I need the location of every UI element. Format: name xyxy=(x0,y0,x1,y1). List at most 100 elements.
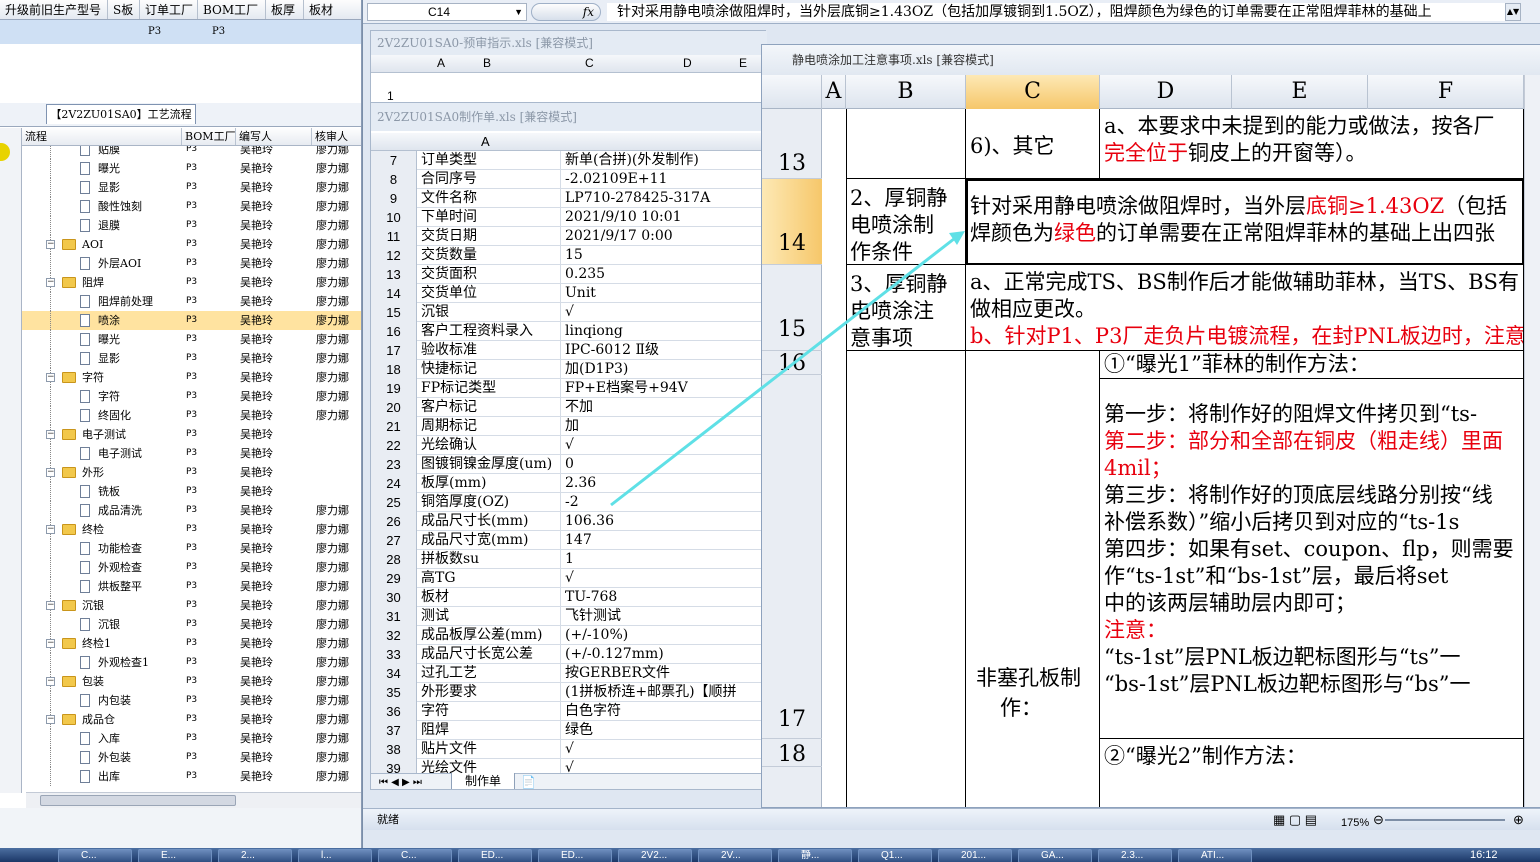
field-label[interactable]: 沉银 xyxy=(421,303,561,322)
zoom-out-icon[interactable]: ⊖ xyxy=(1373,809,1384,831)
cell-c13[interactable]: 6)、其它 xyxy=(966,109,1100,179)
col-old-model[interactable]: 升级前旧生产型号 xyxy=(0,0,108,19)
tree-row-step[interactable]: 沉银 P3 吴艳玲 廖力娜 xyxy=(22,615,361,634)
tree-row-group[interactable]: − 成品仓 P3 吴艳玲 廖力娜 xyxy=(22,710,361,729)
sheet-row[interactable]: 27 成品尺寸宽(mm) 147 xyxy=(371,531,769,550)
taskbar-button[interactable]: 2V2... xyxy=(618,849,692,862)
row-number[interactable]: 16 xyxy=(371,322,417,341)
system-clock[interactable]: 16:12 xyxy=(1470,848,1498,862)
collapse-icon[interactable]: − xyxy=(46,639,55,648)
row-number[interactable]: 31 xyxy=(371,607,417,626)
workbook-title[interactable]: 静电喷涂加工注意事项.xls [兼容模式] xyxy=(762,45,1540,75)
row-18[interactable]: 18 xyxy=(762,739,822,767)
tree-row-step[interactable]: 电子测试 P3 吴艳玲 xyxy=(22,444,361,463)
tree-col-reviewer[interactable]: 核审人 xyxy=(312,128,361,145)
col-d[interactable]: D xyxy=(1100,75,1232,109)
row-number[interactable]: 38 xyxy=(371,740,417,759)
row-number[interactable]: 14 xyxy=(371,284,417,303)
row-number[interactable]: 15 xyxy=(371,303,417,322)
name-box[interactable]: C14 ▼ xyxy=(367,3,527,21)
tree-row-step[interactable]: 烘板整平 P3 吴艳玲 廖力娜 xyxy=(22,577,361,596)
field-label[interactable]: 合同序号 xyxy=(421,170,561,189)
tree-row-step[interactable]: 出库 P3 吴艳玲 廖力娜 xyxy=(22,767,361,786)
collapse-icon[interactable]: − xyxy=(46,373,55,382)
tree-row-step[interactable]: 喷涂 P3 吴艳玲 廖力娜 xyxy=(22,311,361,330)
field-value[interactable]: 白色字符 xyxy=(565,702,769,721)
sheet-row[interactable]: 28 拼板数su 1 xyxy=(371,550,769,569)
tree-col-bom[interactable]: BOM工厂 xyxy=(182,128,236,145)
tree-row-step[interactable]: 贴膜 P3 吴艳玲 廖力娜 xyxy=(22,146,361,159)
formula-expand-icon[interactable]: ▲▼ xyxy=(1505,3,1521,21)
row-number[interactable]: 36 xyxy=(371,702,417,721)
tree-row-step[interactable]: 字符 P3 吴艳玲 廖力娜 xyxy=(22,387,361,406)
taskbar-button[interactable]: C... xyxy=(378,849,452,862)
sheet-row[interactable]: 29 高TG √ xyxy=(371,569,769,588)
row-number[interactable]: 11 xyxy=(371,227,417,246)
field-value[interactable]: 1 xyxy=(565,550,769,569)
tree-row-step[interactable]: 显影 P3 吴艳玲 廖力娜 xyxy=(22,178,361,197)
field-value[interactable]: (+/-0.127mm) xyxy=(565,645,769,664)
sheet-nav-icon[interactable]: ⏮ ◀ ▶ ⏭ xyxy=(379,774,422,789)
collapse-icon[interactable]: − xyxy=(46,677,55,686)
row-number[interactable]: 1 xyxy=(387,89,394,103)
col-thickness[interactable]: 板厚 xyxy=(266,0,304,19)
row-number[interactable]: 17 xyxy=(371,341,417,360)
tree-row-group[interactable]: − 包装 P3 吴艳玲 廖力娜 xyxy=(22,672,361,691)
horizontal-scrollbar[interactable] xyxy=(26,792,361,808)
col-material[interactable]: 板材 xyxy=(304,0,361,19)
col-b[interactable]: B xyxy=(846,75,966,109)
cell-d16[interactable]: ①“曝光1”菲林的制作方法： xyxy=(1100,351,1524,379)
field-label[interactable]: 成品尺寸长宽公差 xyxy=(421,645,561,664)
order-grid-row[interactable]: P3 P3 xyxy=(0,20,361,44)
select-all-corner[interactable] xyxy=(762,75,822,109)
tree-row-step[interactable]: 外观检查1 P3 吴艳玲 廖力娜 xyxy=(22,653,361,672)
cell-b13[interactable] xyxy=(846,109,966,179)
row-number[interactable]: 39 xyxy=(371,759,417,773)
field-value[interactable]: √ xyxy=(565,569,769,588)
zoom-slider[interactable] xyxy=(1385,819,1505,821)
field-label[interactable]: 成品尺寸宽(mm) xyxy=(421,531,561,550)
row-number[interactable]: 30 xyxy=(371,588,417,607)
vertical-scrollbar[interactable] xyxy=(1524,75,1540,807)
field-value[interactable]: TU-768 xyxy=(565,588,769,607)
tree-row-group[interactable]: − 阻焊 P3 吴艳玲 廖力娜 xyxy=(22,273,361,292)
taskbar-button[interactable]: l... xyxy=(298,849,372,862)
taskbar-button[interactable]: ED... xyxy=(458,849,532,862)
collapse-icon[interactable]: − xyxy=(46,240,55,249)
tree-row-step[interactable]: 外层AOI P3 吴艳玲 廖力娜 xyxy=(22,254,361,273)
col-a[interactable]: A xyxy=(822,75,846,109)
field-label[interactable]: 交货面积 xyxy=(421,265,561,284)
row-number[interactable]: 35 xyxy=(371,683,417,702)
tree-row-group[interactable]: − 电子测试 P3 吴艳玲 xyxy=(22,425,361,444)
insert-function-button[interactable]: fx xyxy=(531,3,601,21)
tab-production-order[interactable]: 制作单 xyxy=(451,773,515,789)
col-a[interactable]: A xyxy=(481,133,490,151)
field-value[interactable]: (+/-10%) xyxy=(565,626,769,645)
field-value[interactable]: 绿色 xyxy=(565,721,769,740)
tree-row-step[interactable]: 终固化 P3 吴艳玲 廖力娜 xyxy=(22,406,361,425)
row-number[interactable]: 8 xyxy=(371,170,417,189)
taskbar-button[interactable]: 静... xyxy=(778,849,852,862)
sheet-row[interactable]: 30 板材 TU-768 xyxy=(371,588,769,607)
field-value[interactable]: (1拼板桥连+邮票孔)【顺拼 xyxy=(565,683,769,702)
row-number[interactable]: 34 xyxy=(371,664,417,683)
field-label[interactable]: 阻焊 xyxy=(421,721,561,740)
taskbar-button[interactable]: 2.3... xyxy=(1098,849,1172,862)
field-label[interactable]: 成品尺寸长(mm) xyxy=(421,512,561,531)
tree-row-step[interactable]: 曝光 P3 吴艳玲 廖力娜 xyxy=(22,159,361,178)
row-number[interactable]: 24 xyxy=(371,474,417,493)
taskbar-button[interactable]: E... xyxy=(138,849,212,862)
tree-row-step[interactable]: 成品清洗 P3 吴艳玲 廖力娜 xyxy=(22,501,361,520)
col-order-factory[interactable]: 订单工厂 xyxy=(140,0,198,19)
sheet-row[interactable]: 36 字符 白色字符 xyxy=(371,702,769,721)
cell-c14-selected[interactable]: 针对采用静电喷涂做阻焊时，当外层底铜≥1.43OZ（包括 焊颜色为绿色的订单需要… xyxy=(966,179,1524,265)
collapse-icon[interactable]: − xyxy=(46,715,55,724)
col-b[interactable]: B xyxy=(483,56,491,70)
row-number[interactable]: 37 xyxy=(371,721,417,740)
row-number[interactable]: 26 xyxy=(371,512,417,531)
field-value[interactable]: 新单(合拼)(外发制作) xyxy=(565,151,769,170)
taskbar-button[interactable]: C... xyxy=(58,849,132,862)
field-value[interactable]: 飞针测试 xyxy=(565,607,769,626)
collapse-icon[interactable]: − xyxy=(46,430,55,439)
workbook-pre-review[interactable]: 2V2ZU01SA0-预审指示.xls [兼容模式] A B C D E 1 xyxy=(370,30,767,110)
